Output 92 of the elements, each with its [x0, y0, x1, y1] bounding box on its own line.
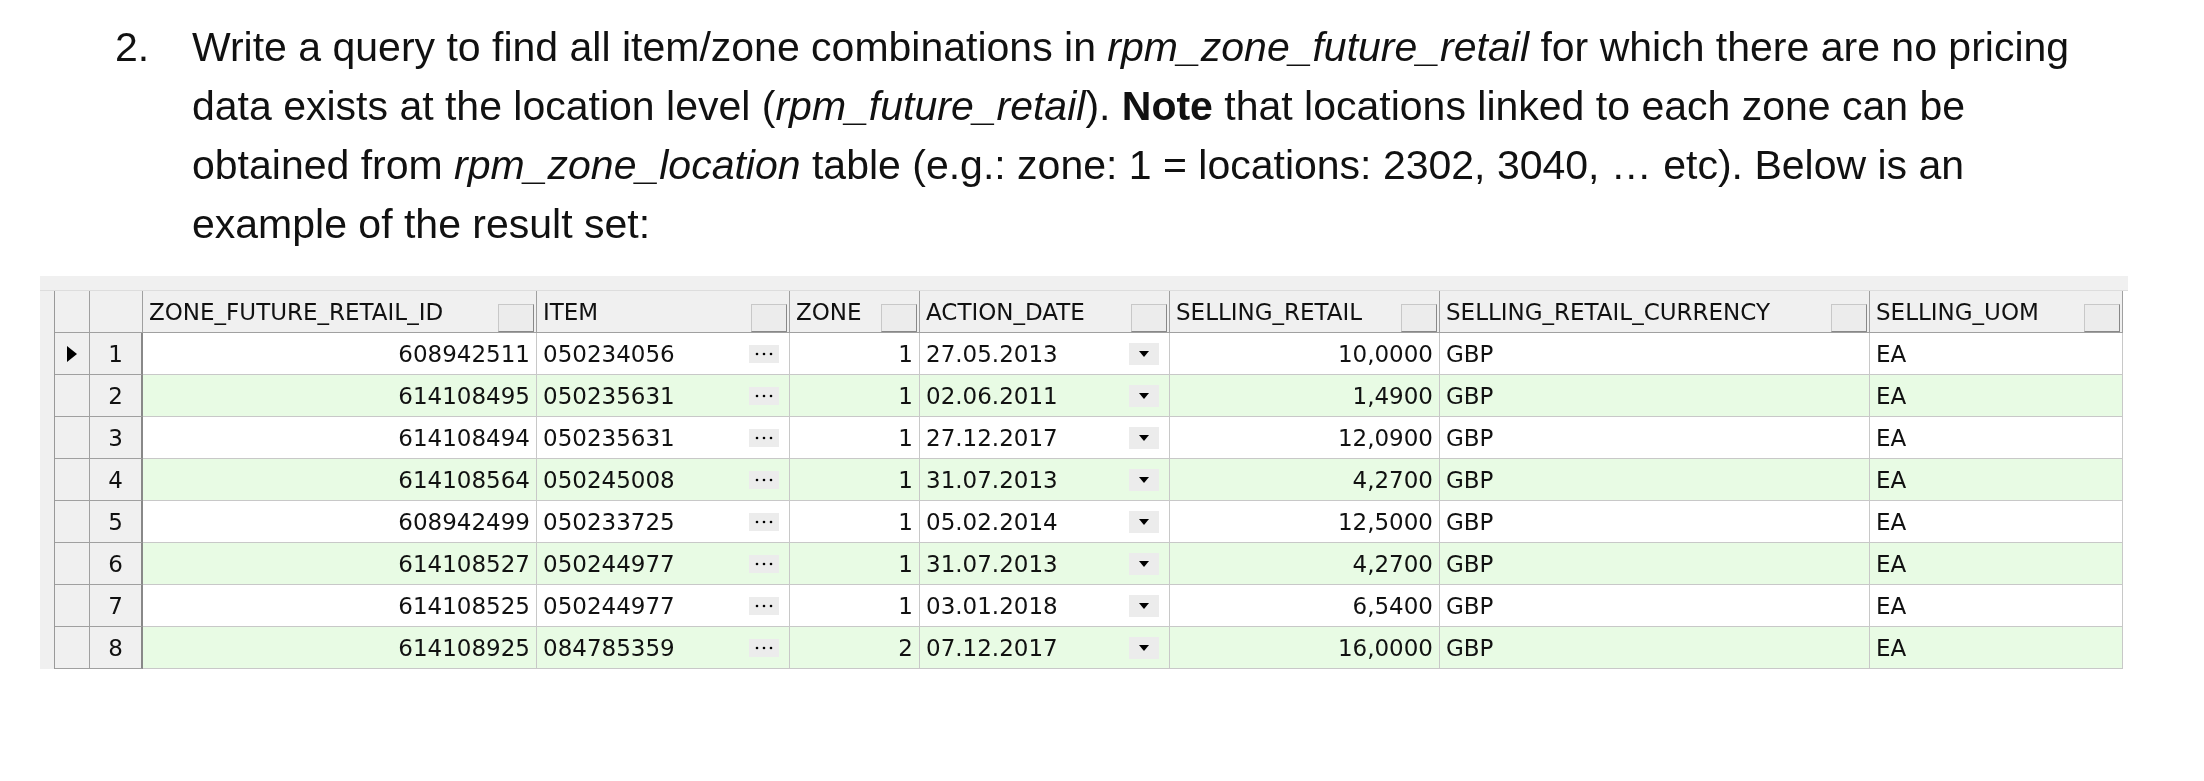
dropdown-button[interactable] — [1129, 384, 1159, 407]
column-header-button[interactable] — [498, 304, 534, 332]
table-cell: 1 — [898, 424, 913, 451]
table-cell: 12,5000 — [1337, 508, 1433, 535]
table-cell: 4,2700 — [1352, 550, 1433, 577]
table-cell-text: 050234056 — [543, 340, 676, 367]
row-indicator[interactable] — [55, 333, 90, 375]
table-cell-text: GBP — [1446, 340, 1495, 367]
table-cell-text: 050235631 — [543, 424, 676, 451]
question-paragraph: Write a query to find all item/zone combinations in rpm_zone_future_retail for which there are no pricing data exists at the location level (rpm_future_retail). Note that locations linked to each zone can be obtained from rpm_zone_location table (e.g.: zone: 1 = locations: 2302, 3040, … etc). Below is an example of the result set: — [192, 23, 2071, 249]
list-number: 2. — [115, 23, 151, 72]
table-cell: 6,5400 — [1352, 592, 1433, 619]
table-cell: 16,0000 — [1337, 634, 1433, 661]
table-cell-text: EA — [1876, 550, 1908, 577]
dropdown-button[interactable] — [1129, 342, 1159, 365]
ellipsis-button[interactable] — [749, 470, 779, 489]
table-cell-text: EA — [1876, 466, 1908, 493]
table-cell-text: EA — [1876, 592, 1908, 619]
table-cell-text: GBP — [1446, 466, 1495, 493]
ellipsis-button[interactable] — [749, 596, 779, 615]
table-cell: 1 — [898, 466, 913, 493]
table-cell-text: 27.12.2017 — [926, 424, 1059, 451]
column-header-button[interactable] — [1401, 304, 1437, 332]
table-cell-text: 05.02.2014 — [926, 508, 1059, 535]
table-cell-text: 084785359 — [543, 634, 676, 661]
table-cell: 614108925 — [398, 634, 530, 661]
row-number: 7 — [90, 585, 143, 627]
table-cell-text: GBP — [1446, 634, 1495, 661]
table-cell: 4,2700 — [1352, 466, 1433, 493]
column-header-button[interactable] — [881, 304, 917, 332]
column-header-button[interactable] — [1131, 304, 1167, 332]
dropdown-button[interactable] — [1129, 594, 1159, 617]
row-number: 6 — [90, 543, 143, 585]
table-cell: 1 — [898, 508, 913, 535]
table-cell-text: EA — [1876, 340, 1908, 367]
column-header-button[interactable] — [751, 304, 787, 332]
ellipsis-button[interactable] — [749, 554, 779, 573]
table-cell-text: 050233725 — [543, 508, 676, 535]
table-cell-text: 050245008 — [543, 466, 676, 493]
table-cell-text: 050244977 — [543, 550, 676, 577]
table-cell: 12,0900 — [1337, 424, 1433, 451]
table-cell: 1 — [898, 550, 913, 577]
column-header-button[interactable] — [1831, 304, 1867, 332]
row-number: 5 — [90, 501, 143, 543]
dropdown-button[interactable] — [1129, 636, 1159, 659]
row-number: 8 — [90, 627, 143, 669]
table-cell: 614108525 — [398, 592, 530, 619]
table-cell: 10,0000 — [1337, 340, 1433, 367]
row-number: 4 — [90, 459, 143, 501]
table-cell-text: 050244977 — [543, 592, 676, 619]
column-header-button[interactable] — [2084, 304, 2120, 332]
table-cell-text: 02.06.2011 — [926, 382, 1059, 409]
table-cell: 608942499 — [398, 508, 530, 535]
table-cell-text: EA — [1876, 382, 1908, 409]
table-cell: 2 — [898, 634, 913, 661]
table-cell: 614108564 — [398, 466, 530, 493]
table-cell: 1 — [898, 340, 913, 367]
row-number: 1 — [90, 333, 143, 375]
ellipsis-button[interactable] — [749, 428, 779, 447]
table-cell: 614108495 — [398, 382, 530, 409]
row-number: 2 — [90, 375, 143, 417]
ellipsis-button[interactable] — [749, 386, 779, 405]
table-cell-text: EA — [1876, 508, 1908, 535]
table-cell-text: 31.07.2013 — [926, 466, 1059, 493]
table-cell: 1 — [898, 592, 913, 619]
dropdown-button[interactable] — [1129, 426, 1159, 449]
table-cell-text: GBP — [1446, 592, 1495, 619]
table-cell: 1,4900 — [1352, 382, 1433, 409]
ellipsis-button[interactable] — [749, 638, 779, 657]
table-cell: 1 — [898, 382, 913, 409]
current-row-icon — [66, 344, 78, 363]
table-cell: 608942511 — [398, 340, 530, 367]
ellipsis-button[interactable] — [749, 512, 779, 531]
table-cell-text: GBP — [1446, 550, 1495, 577]
table-cell: 614108527 — [398, 550, 530, 577]
table-cell-text: GBP — [1446, 382, 1495, 409]
table-cell-text: 27.05.2013 — [926, 340, 1059, 367]
dropdown-button[interactable] — [1129, 468, 1159, 491]
table-cell-text: 31.07.2013 — [926, 550, 1059, 577]
table-cell-text: GBP — [1446, 424, 1495, 451]
row-number: 3 — [90, 417, 143, 459]
dropdown-button[interactable] — [1129, 510, 1159, 533]
table-cell-text: 050235631 — [543, 382, 676, 409]
ellipsis-button[interactable] — [749, 344, 779, 363]
dropdown-button[interactable] — [1129, 552, 1159, 575]
table-cell-text: EA — [1876, 634, 1908, 661]
table-cell-text: GBP — [1446, 508, 1495, 535]
table-cell-text: 03.01.2018 — [926, 592, 1059, 619]
table-cell: 614108494 — [398, 424, 530, 451]
column-header[interactable]: ITEM — [543, 298, 599, 325]
table-cell-text: 07.12.2017 — [926, 634, 1059, 661]
table-cell-text: EA — [1876, 424, 1908, 451]
